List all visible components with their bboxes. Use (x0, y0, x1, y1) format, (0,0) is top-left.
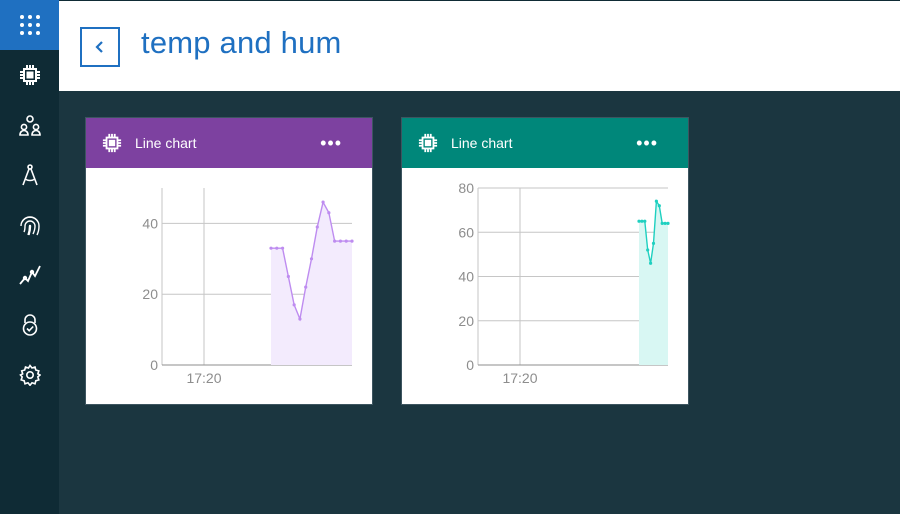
data-point (651, 241, 656, 245)
data-point (666, 221, 670, 225)
data-point (649, 261, 653, 265)
data-point (640, 219, 644, 223)
sidebar-nav (0, 0, 59, 514)
data-point (269, 246, 273, 250)
chip-icon (19, 65, 40, 85)
sidebar-item-members[interactable] (0, 100, 59, 150)
data-point (333, 239, 337, 243)
page-header: temp and hum (59, 0, 900, 91)
x-tick-label: 17:20 (186, 370, 221, 386)
y-tick-label: 20 (142, 286, 158, 302)
card-title: Line chart (451, 135, 513, 151)
overflow-menu-button[interactable]: ••• (636, 134, 658, 152)
data-point (298, 317, 302, 321)
data-point (315, 225, 319, 229)
card-header: Line chart ••• (402, 118, 688, 168)
data-point (344, 239, 348, 243)
data-point (309, 257, 314, 261)
data-point (327, 211, 331, 215)
data-point (637, 219, 641, 223)
y-tick-label: 40 (458, 269, 474, 285)
data-point (338, 239, 343, 243)
chip-icon (102, 133, 122, 153)
data-point (280, 246, 285, 250)
data-point (646, 248, 650, 252)
data-point (350, 239, 354, 243)
lock-check-icon (22, 314, 37, 336)
back-button[interactable] (80, 27, 120, 67)
sidebar-item-apps[interactable] (0, 0, 59, 50)
fingerprint-icon (19, 216, 40, 236)
activity-icon (18, 265, 41, 285)
y-tick-label: 80 (458, 180, 474, 196)
data-point (275, 246, 279, 250)
data-point (654, 199, 658, 203)
series-area (639, 201, 668, 365)
compass-icon (21, 164, 38, 186)
card-title: Line chart (135, 135, 197, 151)
grid-icon (19, 15, 40, 35)
users-icon (18, 115, 41, 136)
card-header: Line chart ••• (86, 118, 372, 168)
data-point (663, 221, 667, 225)
data-point (643, 219, 647, 223)
data-point (657, 204, 661, 208)
data-point (286, 274, 290, 279)
y-tick-label: 20 (458, 313, 474, 329)
line-chart: 0 20 40 60 80 17:20 (458, 180, 670, 386)
line-chart: 0 20 40 17:20 (142, 188, 354, 386)
chevron-left-icon (95, 41, 103, 53)
sidebar-item-devices[interactable] (0, 50, 59, 100)
sidebar-item-rules[interactable] (0, 300, 59, 350)
overflow-menu-button[interactable]: ••• (320, 134, 342, 152)
sidebar-item-settings[interactable] (0, 350, 59, 400)
y-tick-label: 60 (458, 224, 474, 240)
y-tick-label: 0 (466, 357, 474, 373)
data-point (292, 303, 296, 307)
data-point (660, 221, 664, 225)
data-point (304, 285, 308, 289)
gear-icon (18, 364, 41, 386)
series-area (271, 202, 352, 365)
chip-icon (418, 133, 438, 153)
sidebar-item-usage[interactable] (0, 250, 59, 300)
line-chart-card-1: Line chart ••• 0 20 40 17:20 (85, 117, 373, 405)
page-title: temp and hum (141, 25, 342, 60)
sidebar-item-apps-builder[interactable] (0, 150, 59, 200)
y-tick-label: 0 (150, 357, 158, 373)
y-tick-label: 40 (142, 215, 158, 231)
data-point (321, 200, 325, 204)
sidebar-item-security[interactable] (0, 200, 59, 250)
x-tick-label: 17:20 (502, 370, 537, 386)
line-chart-card-2: Line chart ••• 0 20 40 60 80 17:20 (401, 117, 689, 405)
